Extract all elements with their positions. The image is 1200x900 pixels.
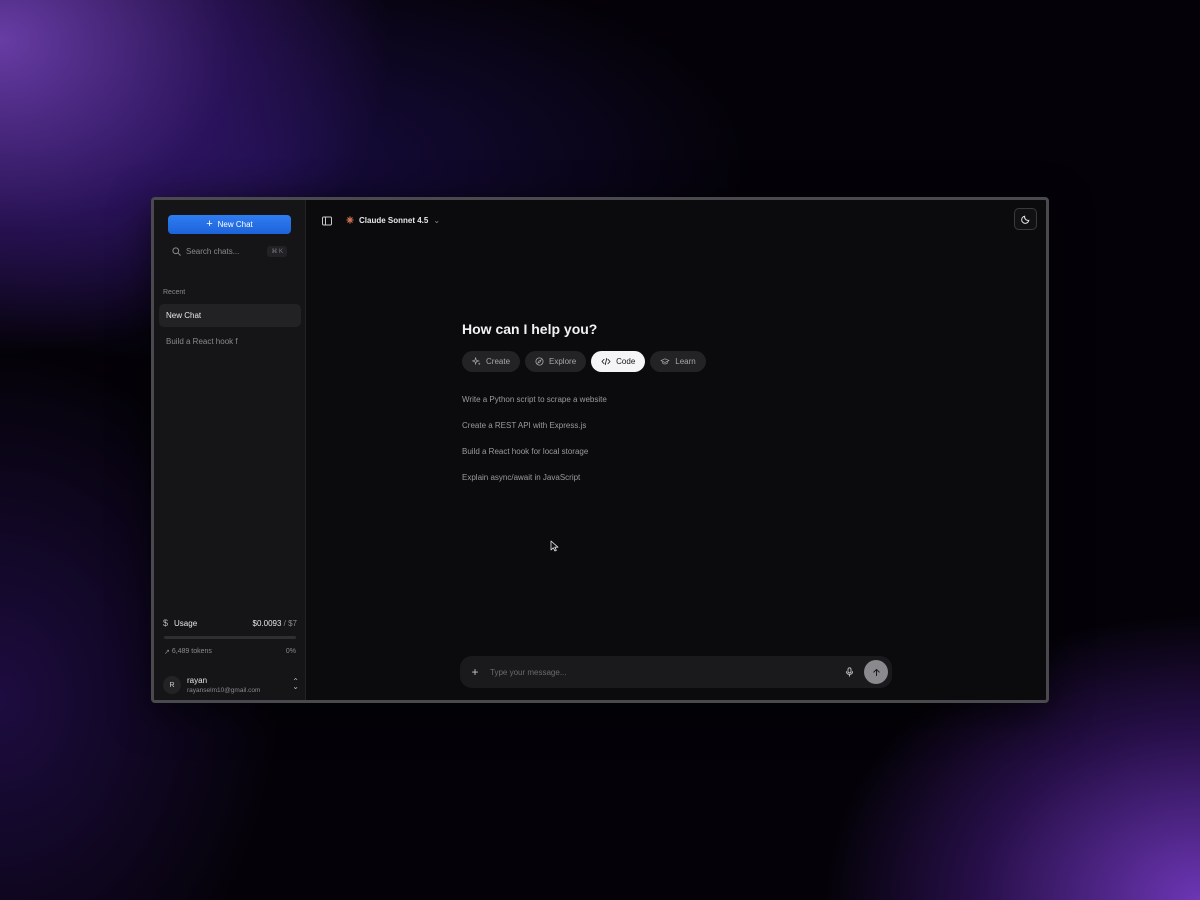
graduation-cap-icon	[660, 358, 670, 365]
tab-label: Learn	[675, 357, 696, 366]
search-placeholder: Search chats...	[186, 247, 240, 256]
search-chats[interactable]: Search chats... ⌘ K	[172, 243, 287, 260]
tab-label: Code	[616, 357, 636, 366]
suggestion-item[interactable]: Write a Python script to scrape a websit…	[462, 393, 607, 419]
plus-icon: +	[206, 218, 213, 230]
message-input[interactable]	[490, 667, 834, 677]
recent-section-label: Recent	[163, 289, 186, 296]
tab-learn[interactable]: Learn	[650, 351, 706, 372]
moon-icon	[1020, 215, 1029, 224]
chat-list-item[interactable]: Build a React hook f	[159, 330, 301, 353]
search-shortcut-badge: ⌘ K	[267, 246, 287, 257]
suggestion-item[interactable]: Create a REST API with Express.js	[462, 419, 607, 445]
trend-icon: ↗	[164, 649, 172, 656]
search-icon	[172, 247, 181, 256]
toggle-sidebar-button[interactable]	[321, 214, 333, 226]
tokens-count: 6,489 tokens	[171, 648, 212, 655]
arrow-up-icon	[872, 668, 880, 676]
dollar-icon: $	[163, 618, 169, 628]
usage-cost-limit: / $7	[281, 618, 297, 628]
chevron-down-icon: ⌄	[433, 215, 441, 225]
usage-label: Usage	[174, 618, 198, 628]
new-chat-label: New Chat	[217, 220, 253, 229]
usage-cost-value: $0.0093	[252, 618, 282, 628]
sidebar: + New Chat Search chats... ⌘ K Recent Ne…	[154, 200, 306, 700]
message-composer: +	[460, 656, 892, 688]
compass-icon	[535, 357, 544, 366]
microphone-icon	[845, 667, 853, 677]
tab-code[interactable]: Code	[591, 351, 646, 372]
theme-toggle-button[interactable]	[1014, 208, 1037, 230]
mouse-pointer-icon	[550, 540, 559, 552]
user-menu[interactable]: R rayan rayanselm10@gmail.com ⌃ ⌄	[163, 673, 299, 697]
suggestion-item[interactable]: Explain async/await in JavaScript	[462, 471, 607, 497]
chat-list-item[interactable]: New Chat	[159, 304, 301, 327]
usage-cost: $0.0093 / $7	[253, 619, 298, 628]
tokens-row: ↗ 6,489 tokens 0%	[164, 648, 296, 656]
category-tabs: Create Explore Code Learn	[462, 351, 706, 372]
tab-label: Create	[486, 357, 511, 366]
user-name: rayan	[187, 676, 208, 685]
tab-create[interactable]: Create	[462, 351, 521, 372]
user-email: rayanselm10@gmail.com	[187, 687, 261, 694]
claude-logo-icon	[346, 216, 354, 224]
sidebar-panel-icon	[322, 216, 332, 226]
usage-progress-bar	[164, 636, 296, 639]
user-info: rayan rayanselm10@gmail.com	[187, 676, 260, 694]
suggestion-item[interactable]: Build a React hook for local storage	[462, 445, 607, 471]
chevron-up-down-icon: ⌃ ⌄	[292, 677, 299, 691]
model-name: Claude Sonnet 4.5	[359, 215, 429, 225]
app-window: + New Chat Search chats... ⌘ K Recent Ne…	[151, 197, 1049, 703]
code-icon	[601, 357, 611, 366]
page-title: How can I help you?	[462, 321, 598, 337]
usage-row: $ Usage $0.0093 / $7	[163, 618, 297, 628]
tab-explore[interactable]: Explore	[525, 351, 587, 372]
model-selector[interactable]: Claude Sonnet 4.5 ⌄	[346, 212, 440, 228]
new-chat-button[interactable]: + New Chat	[168, 215, 291, 234]
sparkles-icon	[472, 357, 481, 366]
usage-percent: 0%	[285, 648, 296, 655]
send-button[interactable]	[864, 660, 888, 684]
microphone-button[interactable]	[842, 665, 856, 679]
suggestion-list: Write a Python script to scrape a websit…	[462, 393, 607, 497]
add-attachment-button[interactable]: +	[468, 665, 482, 679]
main-panel: Claude Sonnet 4.5 ⌄ How can I help you? …	[306, 200, 1046, 700]
chat-title: Build a React hook f	[166, 337, 238, 346]
tab-label: Explore	[549, 357, 577, 366]
chat-title: New Chat	[166, 311, 202, 320]
avatar: R	[163, 676, 181, 694]
